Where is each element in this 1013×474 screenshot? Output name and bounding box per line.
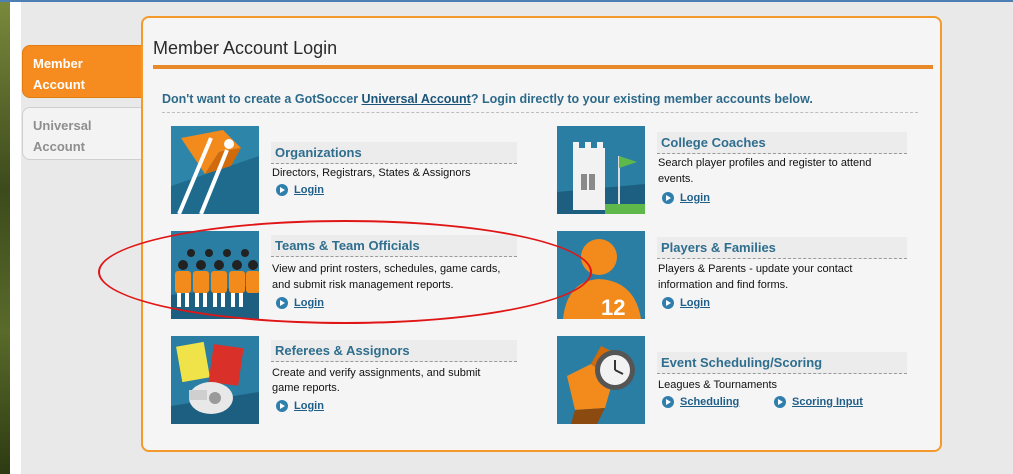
- ball-clock-icon: [557, 336, 645, 424]
- teams-login-label: Login: [294, 297, 324, 309]
- arrow-right-icon: [276, 184, 288, 196]
- orange-flag-icon: [171, 126, 259, 214]
- teams-desc-1: View and print rosters, schedules, game …: [272, 263, 501, 275]
- card-teams: Teams & Team Officials View and print ro…: [171, 231, 521, 321]
- referees-desc-2: game reports.: [272, 382, 340, 394]
- referees-heading: Referees & Assignors: [271, 340, 517, 362]
- college-desc-2: events.: [658, 173, 694, 185]
- referees-desc-1: Create and verify assignments, and submi…: [272, 367, 481, 379]
- card-college: College Coaches Search player profiles a…: [557, 126, 927, 216]
- intro-after: ? Login directly to your existing member…: [470, 92, 813, 106]
- players-login-label: Login: [680, 297, 710, 309]
- arrow-right-icon: [774, 396, 786, 408]
- arrow-right-icon: [662, 297, 674, 309]
- intro-before: Don't want to create a GotSoccer: [162, 92, 362, 106]
- arrow-right-icon: [276, 400, 288, 412]
- player-12-icon: 12: [557, 231, 645, 319]
- tab-member-label-2: Account: [33, 77, 85, 92]
- whistle-cards-icon: [171, 336, 259, 424]
- organizations-login-link[interactable]: Login: [276, 184, 324, 196]
- title-divider: [153, 65, 933, 69]
- top-border-line: [0, 0, 1013, 2]
- organizations-heading: Organizations: [271, 142, 517, 164]
- organizations-desc: Directors, Registrars, States & Assignor…: [272, 167, 471, 179]
- page-title: Member Account Login: [153, 38, 338, 58]
- scheduling-link[interactable]: Scheduling: [662, 396, 739, 408]
- card-organizations: Organizations Directors, Registrars, Sta…: [171, 126, 521, 216]
- scheduling-label: Scheduling: [680, 396, 740, 408]
- organizations-login-label: Login: [294, 184, 324, 196]
- left-gutter: [10, 2, 21, 474]
- college-login-label: Login: [680, 192, 710, 204]
- tab-universal-label-2: Account: [33, 139, 85, 154]
- tab-member-account[interactable]: Member Account: [22, 45, 144, 98]
- intro-text: Don't want to create a GotSoccer Univers…: [162, 92, 918, 113]
- card-referees: Referees & Assignors Create and verify a…: [171, 336, 521, 426]
- college-login-link[interactable]: Login: [662, 192, 710, 204]
- arrow-right-icon: [276, 297, 288, 309]
- teams-desc-2: and submit risk management reports.: [272, 279, 454, 291]
- arrow-right-icon: [662, 396, 674, 408]
- card-players: 12 Players & Families Players & Parents …: [557, 231, 927, 321]
- tab-universal-account[interactable]: Universal Account: [22, 107, 144, 160]
- referees-login-link[interactable]: Login: [276, 400, 324, 412]
- jersey-number: 12: [601, 295, 625, 319]
- teams-login-link[interactable]: Login: [276, 297, 324, 309]
- college-building-icon: [557, 126, 645, 214]
- arrow-right-icon: [662, 192, 674, 204]
- events-heading: Event Scheduling/Scoring: [657, 352, 907, 374]
- referees-login-label: Login: [294, 400, 324, 412]
- players-login-link[interactable]: Login: [662, 297, 710, 309]
- events-desc: Leagues & Tournaments: [658, 379, 778, 391]
- card-events: Event Scheduling/Scoring Leagues & Tourn…: [557, 336, 927, 426]
- scoring-input-link[interactable]: Scoring Input: [774, 396, 863, 408]
- teams-heading: Teams & Team Officials: [271, 235, 517, 257]
- login-panel: Member Account Login Don't want to creat…: [141, 16, 942, 452]
- scoring-input-label: Scoring Input: [792, 396, 863, 408]
- tab-universal-label-1: Universal: [33, 118, 92, 133]
- players-desc-1: Players & Parents - update your contact: [658, 263, 853, 275]
- window-left-edge: [0, 0, 10, 474]
- team-players-icon: [171, 231, 259, 319]
- tab-member-label-1: Member: [33, 56, 83, 71]
- players-desc-2: information and find forms.: [658, 279, 789, 291]
- players-heading: Players & Families: [657, 237, 907, 259]
- universal-account-link[interactable]: Universal Account: [362, 92, 471, 106]
- college-heading: College Coaches: [657, 132, 907, 154]
- college-desc-1: Search player profiles and register to a…: [658, 157, 872, 169]
